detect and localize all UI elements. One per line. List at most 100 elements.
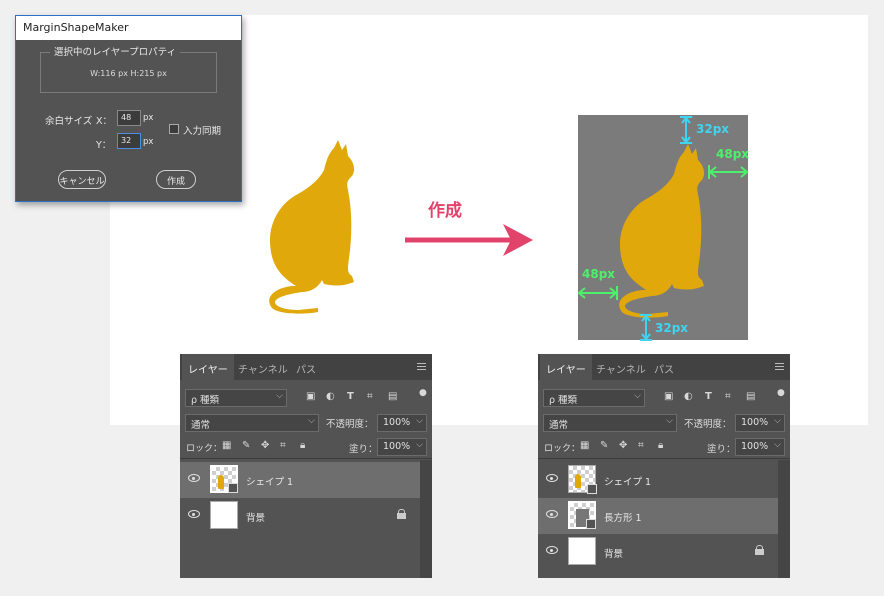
dialog-title: MarginShapeMaker bbox=[16, 16, 241, 40]
cat-silhouette-original bbox=[269, 140, 355, 314]
layer-thumbnail bbox=[568, 501, 596, 529]
panel-menu-icon[interactable] bbox=[775, 363, 784, 370]
layer-row-background[interactable]: 背景 bbox=[180, 498, 420, 534]
x-label: X： bbox=[96, 116, 113, 127]
shape-filter-icon[interactable]: ⌗ bbox=[367, 391, 373, 402]
smartobject-filter-icon[interactable]: ▤ bbox=[746, 391, 755, 402]
shape-badge-icon bbox=[228, 483, 238, 493]
lock-all-icon[interactable]: 🔒︎ bbox=[300, 440, 305, 451]
layer-name[interactable]: 長方形 1 bbox=[604, 510, 642, 524]
chevron-down-icon: ⌵ bbox=[774, 440, 781, 450]
tab-channels[interactable]: チャンネル bbox=[232, 354, 294, 380]
create-arrow-label: 作成 bbox=[428, 201, 462, 221]
tab-layers[interactable]: レイヤー bbox=[182, 354, 234, 380]
lock-icon bbox=[755, 545, 764, 555]
layer-row-background[interactable]: 背景 bbox=[538, 534, 778, 570]
opacity-label: 不透明度： bbox=[684, 419, 732, 430]
layer-thumbnail bbox=[210, 465, 238, 493]
top-margin-label: 32px bbox=[696, 122, 730, 136]
adjustment-filter-icon[interactable]: ◐ bbox=[684, 391, 693, 402]
tab-channels[interactable]: チャンネル bbox=[590, 354, 652, 380]
x-unit: px bbox=[143, 113, 154, 123]
layer-row-shape1[interactable]: シェイプ 1 bbox=[538, 462, 778, 498]
top-margin-indicator bbox=[680, 116, 692, 144]
filter-toggle-icon[interactable]: ● bbox=[777, 388, 785, 398]
right-margin-label: 48px bbox=[716, 147, 750, 161]
lock-position-icon[interactable]: ✥ bbox=[261, 440, 269, 451]
panel-tabs: レイヤー チャンネル パス bbox=[180, 354, 432, 380]
opacity-input[interactable]: 100% ⌵ bbox=[735, 414, 785, 432]
chevron-down-icon: ⌵ bbox=[276, 391, 283, 401]
lock-label: ロック： bbox=[186, 444, 223, 454]
layer-filter-select[interactable]: ρ 種類 ⌵ bbox=[185, 389, 287, 407]
layer-name[interactable]: 背景 bbox=[604, 546, 623, 560]
visibility-eye-icon[interactable] bbox=[188, 510, 200, 518]
right-margin-indicator bbox=[708, 165, 749, 179]
shape-filter-icon[interactable]: ⌗ bbox=[725, 391, 731, 402]
layer-properties-label: 選択中のレイヤープロパティ bbox=[50, 44, 181, 58]
cat-silhouette-result bbox=[619, 144, 705, 318]
layers-scrollbar[interactable] bbox=[778, 460, 790, 578]
lock-artboard-icon[interactable]: ⌗ bbox=[280, 440, 286, 451]
lock-all-icon[interactable]: 🔒︎ bbox=[658, 440, 663, 451]
type-filter-icon[interactable]: T bbox=[705, 391, 712, 402]
lock-transparent-icon[interactable]: ▦ bbox=[580, 440, 589, 451]
sync-input-label: 入力同期 bbox=[183, 126, 222, 137]
layer-name[interactable]: シェイプ 1 bbox=[246, 474, 293, 488]
layer-thumbnail bbox=[568, 537, 596, 565]
visibility-eye-icon[interactable] bbox=[546, 510, 558, 518]
adjustment-filter-icon[interactable]: ◐ bbox=[326, 391, 335, 402]
margin-y-input[interactable]: 32 bbox=[117, 133, 141, 149]
fill-label: 塗り： bbox=[349, 444, 378, 455]
visibility-eye-icon[interactable] bbox=[546, 474, 558, 482]
layer-filter-select[interactable]: ρ 種類 ⌵ bbox=[543, 389, 645, 407]
blend-mode-select[interactable]: 通常 ⌵ bbox=[543, 414, 677, 432]
layers-panel-before: レイヤー チャンネル パス ρ 種類 ⌵ ▣ ◐ T ⌗ ▤ ● 通常 ⌵ 不透明度… bbox=[180, 354, 432, 578]
margin-shape-maker-dialog: MarginShapeMaker 選択中のレイヤープロパティ W:116 px … bbox=[15, 15, 242, 202]
fill-label: 塗り： bbox=[707, 444, 736, 455]
layers-scrollbar[interactable] bbox=[420, 460, 432, 578]
pixel-filter-icon[interactable]: ▣ bbox=[306, 391, 315, 402]
margin-x-input[interactable]: 48 bbox=[117, 110, 141, 126]
lock-artboard-icon[interactable]: ⌗ bbox=[638, 440, 644, 451]
chevron-down-icon: ⌵ bbox=[308, 416, 315, 426]
type-filter-icon[interactable]: T bbox=[347, 391, 354, 402]
bottom-margin-indicator bbox=[640, 314, 652, 341]
layer-row-shape1[interactable]: シェイプ 1 bbox=[180, 462, 420, 498]
layer-thumbnail bbox=[210, 501, 238, 529]
chevron-down-icon: ⌵ bbox=[416, 440, 423, 450]
tab-paths[interactable]: パス bbox=[290, 354, 322, 380]
chevron-down-icon: ⌵ bbox=[634, 391, 641, 401]
tab-layers[interactable]: レイヤー bbox=[540, 354, 592, 380]
layer-name[interactable]: 背景 bbox=[246, 510, 265, 524]
y-unit: px bbox=[143, 137, 154, 147]
visibility-eye-icon[interactable] bbox=[188, 474, 200, 482]
create-button[interactable]: 作成 bbox=[156, 170, 196, 189]
y-label: Y： bbox=[96, 140, 112, 151]
fill-input[interactable]: 100% ⌵ bbox=[377, 438, 427, 456]
fill-input[interactable]: 100% ⌵ bbox=[735, 438, 785, 456]
opacity-input[interactable]: 100% ⌵ bbox=[377, 414, 427, 432]
arrow-right-icon bbox=[405, 224, 533, 256]
filter-toggle-icon[interactable]: ● bbox=[419, 388, 427, 398]
chevron-down-icon: ⌵ bbox=[666, 416, 673, 426]
lock-image-icon[interactable]: ✎ bbox=[600, 440, 608, 451]
lock-transparent-icon[interactable]: ▦ bbox=[222, 440, 231, 451]
visibility-eye-icon[interactable] bbox=[546, 546, 558, 554]
lock-position-icon[interactable]: ✥ bbox=[619, 440, 627, 451]
pixel-filter-icon[interactable]: ▣ bbox=[664, 391, 673, 402]
sync-input-checkbox[interactable] bbox=[169, 124, 179, 134]
left-margin-indicator bbox=[577, 286, 618, 300]
layer-thumbnail bbox=[568, 465, 597, 494]
layer-size-info: W:116 px H:215 px bbox=[90, 69, 167, 78]
panel-menu-icon[interactable] bbox=[417, 363, 426, 370]
margin-size-label: 余白サイズ bbox=[45, 116, 93, 127]
shape-badge-icon bbox=[587, 484, 597, 494]
layer-row-rectangle1[interactable]: 長方形 1 bbox=[538, 498, 778, 534]
tab-paths[interactable]: パス bbox=[648, 354, 680, 380]
blend-mode-select[interactable]: 通常 ⌵ bbox=[185, 414, 319, 432]
smartobject-filter-icon[interactable]: ▤ bbox=[388, 391, 397, 402]
cancel-button[interactable]: キャンセル bbox=[58, 170, 106, 189]
lock-image-icon[interactable]: ✎ bbox=[242, 440, 250, 451]
layer-name[interactable]: シェイプ 1 bbox=[604, 474, 651, 488]
